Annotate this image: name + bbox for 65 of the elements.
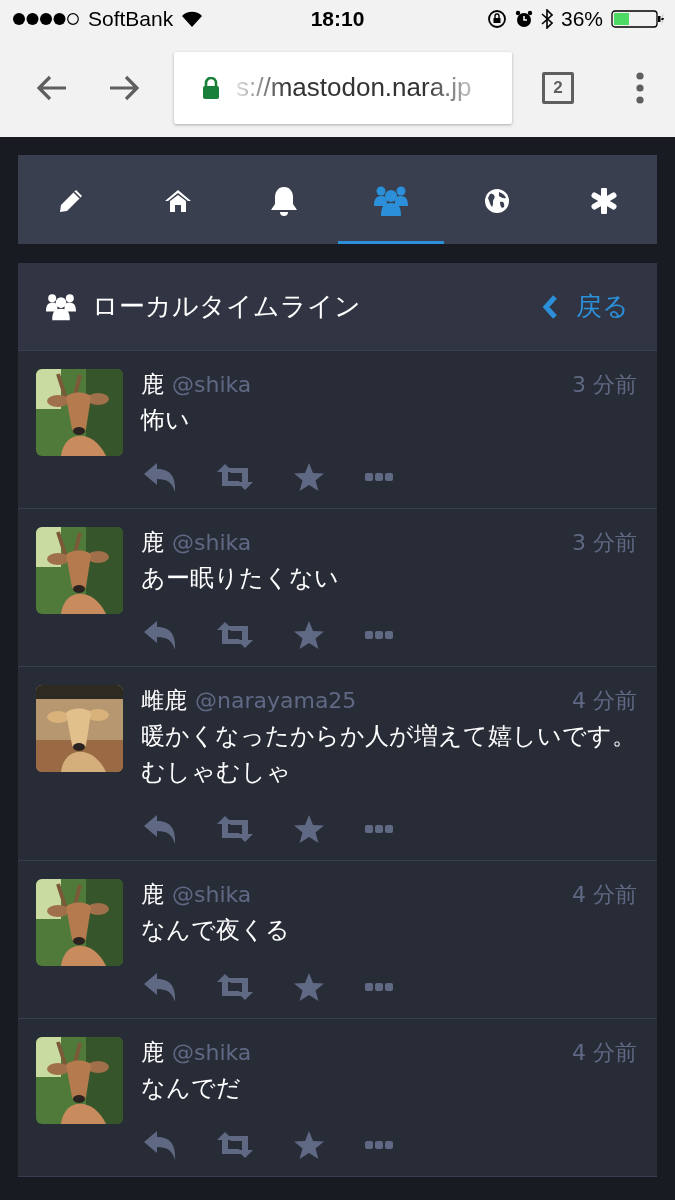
reply-icon[interactable] bbox=[143, 619, 177, 651]
timestamp[interactable]: 3 分前 bbox=[572, 528, 637, 558]
status-text: 怖い bbox=[141, 405, 191, 436]
forward-arrow-icon[interactable] bbox=[108, 73, 140, 102]
timestamp[interactable]: 3 分前 bbox=[572, 370, 637, 400]
star-icon[interactable] bbox=[293, 462, 325, 492]
battery-icon bbox=[611, 9, 665, 29]
tab-count-button[interactable]: 2 bbox=[542, 71, 574, 104]
star-icon[interactable] bbox=[293, 972, 325, 1002]
bell-icon bbox=[270, 186, 299, 216]
reply-icon[interactable] bbox=[143, 971, 177, 1003]
asterisk-icon bbox=[590, 188, 617, 214]
display-name[interactable]: 鹿 bbox=[141, 1037, 164, 1068]
star-icon[interactable] bbox=[293, 620, 325, 650]
timestamp[interactable]: 4 分前 bbox=[572, 1038, 637, 1068]
status-text: 暖かくなったからか人が増えて嬉しいです。むしゃむしゃ bbox=[141, 721, 637, 788]
username[interactable]: @shika bbox=[172, 530, 252, 555]
carrier-name: SoftBank bbox=[88, 7, 174, 31]
clock-time: 18:10 bbox=[309, 7, 366, 31]
star-icon[interactable] bbox=[293, 814, 325, 844]
boost-icon[interactable] bbox=[217, 815, 253, 843]
more-icon[interactable] bbox=[365, 1140, 393, 1150]
display-name[interactable]: 鹿 bbox=[141, 879, 164, 910]
boost-icon[interactable] bbox=[217, 973, 253, 1001]
lock-icon bbox=[202, 76, 220, 99]
username[interactable]: @shika bbox=[172, 1040, 252, 1065]
reply-icon[interactable] bbox=[143, 1129, 177, 1161]
status-text: あー眠りたくない bbox=[141, 563, 340, 594]
display-name[interactable]: 鹿 bbox=[141, 527, 164, 558]
timestamp[interactable]: 4 分前 bbox=[572, 880, 637, 910]
username[interactable]: @shika bbox=[172, 372, 252, 397]
back-arrow-icon[interactable] bbox=[36, 73, 68, 102]
display-name[interactable]: 鹿 bbox=[141, 369, 164, 400]
menu-icon[interactable] bbox=[636, 71, 644, 104]
chevron-left-icon bbox=[542, 294, 558, 319]
pencil-icon bbox=[58, 188, 85, 214]
status-text: なんで夜くる bbox=[141, 915, 291, 946]
address-bar[interactable]: s://mastodon.nara.jp bbox=[174, 51, 512, 124]
boost-icon[interactable] bbox=[217, 621, 253, 649]
column-title: ローカルタイムライン bbox=[92, 290, 362, 323]
more-icon[interactable] bbox=[365, 472, 393, 482]
reply-icon[interactable] bbox=[143, 461, 177, 493]
boost-icon[interactable] bbox=[217, 463, 253, 491]
star-icon[interactable] bbox=[293, 1130, 325, 1160]
rotation-lock-icon bbox=[486, 9, 507, 29]
reply-icon[interactable] bbox=[143, 813, 177, 845]
boost-icon[interactable] bbox=[217, 1131, 253, 1159]
timestamp[interactable]: 4 分前 bbox=[572, 686, 637, 716]
back-button[interactable]: 戻る bbox=[542, 289, 629, 324]
username[interactable]: @shika bbox=[172, 882, 252, 907]
more-icon[interactable] bbox=[365, 630, 393, 640]
signal-icon bbox=[12, 12, 80, 26]
more-icon[interactable] bbox=[365, 824, 393, 834]
more-icon[interactable] bbox=[365, 982, 393, 992]
wifi-icon bbox=[181, 11, 204, 27]
alarm-icon bbox=[514, 10, 533, 28]
display-name[interactable]: 雌鹿 bbox=[141, 685, 187, 716]
status-text: なんでだ bbox=[141, 1073, 242, 1104]
users-icon bbox=[46, 292, 76, 321]
globe-icon bbox=[484, 188, 511, 214]
battery-percent: 36% bbox=[560, 7, 603, 31]
home-icon bbox=[163, 189, 192, 213]
bluetooth-icon bbox=[540, 9, 553, 29]
users-icon bbox=[373, 186, 408, 216]
username[interactable]: @narayama25 bbox=[195, 688, 357, 713]
